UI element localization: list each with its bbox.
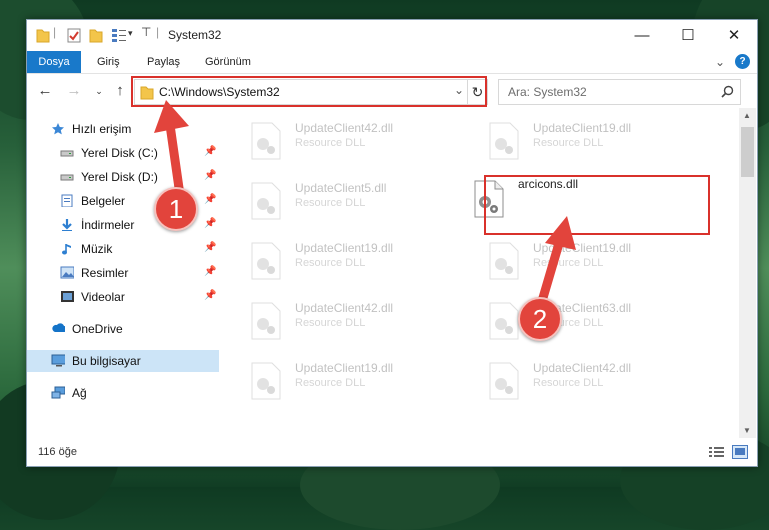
callout-2: 2 xyxy=(518,297,562,341)
annotation-arrowhead-1 xyxy=(154,100,189,133)
annotation-overlay xyxy=(154,100,576,313)
callout-1: 1 xyxy=(154,187,198,231)
annotation-arrowhead-2 xyxy=(545,216,576,250)
annotation-arrow-1 xyxy=(165,120,185,200)
